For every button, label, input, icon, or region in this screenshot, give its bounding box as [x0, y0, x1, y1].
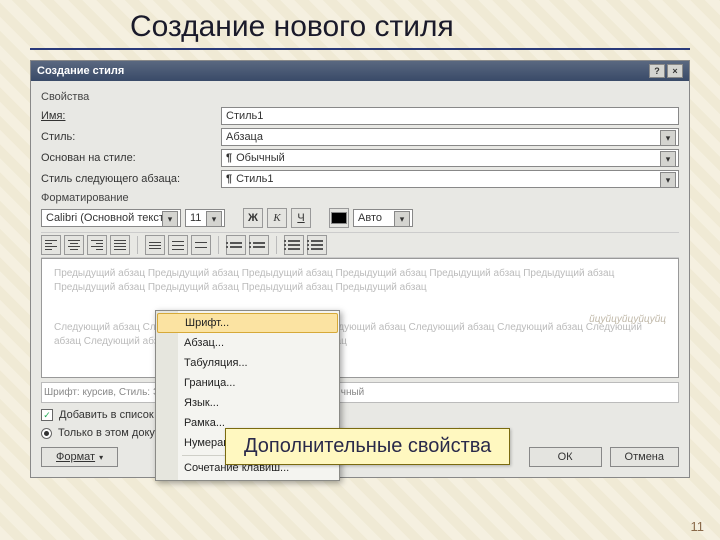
- font-color-combo[interactable]: Авто: [353, 209, 413, 227]
- align-right-button[interactable]: [87, 235, 107, 255]
- dialog-title-text: Создание стиля: [37, 65, 124, 77]
- pilcrow-icon: ¶: [226, 152, 232, 164]
- menu-item-tabs[interactable]: Табуляция...: [156, 353, 339, 373]
- line-spacing-1-button[interactable]: [145, 235, 165, 255]
- ok-button[interactable]: ОК: [529, 447, 602, 467]
- style-preview: Предыдущий абзац Предыдущий абзац Предыд…: [41, 258, 679, 378]
- slide-title: Создание нового стиля: [30, 0, 690, 50]
- name-input[interactable]: Стиль1: [221, 107, 679, 125]
- align-justify-button[interactable]: [110, 235, 130, 255]
- format-button[interactable]: Формат▾: [41, 447, 118, 467]
- decrease-indent-button[interactable]: [284, 235, 304, 255]
- increase-indent-button[interactable]: [307, 235, 327, 255]
- underline-button[interactable]: Ч: [291, 208, 311, 228]
- pilcrow-icon: ¶: [226, 173, 232, 185]
- cancel-button[interactable]: Отмена: [610, 447, 679, 467]
- line-spacing-15-button[interactable]: [168, 235, 188, 255]
- dialog-titlebar: Создание стиля ? ×: [31, 61, 689, 81]
- name-label: Имя:: [41, 110, 221, 122]
- create-style-dialog: Создание стиля ? × Свойства Имя: Стиль1 …: [30, 60, 690, 478]
- close-button[interactable]: ×: [667, 64, 683, 78]
- properties-section-label: Свойства: [41, 91, 679, 103]
- decrease-space-before-button[interactable]: [249, 235, 269, 255]
- add-quickstyle-checkbox[interactable]: ✓: [41, 409, 53, 421]
- menu-item-font[interactable]: Шрифт...: [157, 313, 338, 333]
- bold-button[interactable]: Ж: [243, 208, 263, 228]
- font-size-combo[interactable]: 11: [185, 209, 225, 227]
- italic-button[interactable]: К: [267, 208, 287, 228]
- formatting-section-label: Форматирование: [41, 192, 679, 204]
- style-summary: Шрифт: курсив, Стиль: Экспресс-стиль, Ос…: [41, 382, 679, 403]
- font-color-swatch[interactable]: [329, 208, 349, 228]
- align-center-button[interactable]: [64, 235, 84, 255]
- style-type-combo[interactable]: Абзаца: [221, 128, 679, 146]
- only-this-doc-radio[interactable]: [41, 428, 52, 439]
- paragraph-toolbar: [41, 232, 679, 258]
- page-number: 11: [691, 519, 705, 534]
- based-on-combo[interactable]: ¶Обычный: [221, 149, 679, 167]
- increase-space-before-button[interactable]: [226, 235, 246, 255]
- preview-prev-text: Предыдущий абзац Предыдущий абзац Предыд…: [54, 267, 666, 295]
- menu-item-border[interactable]: Граница...: [156, 373, 339, 393]
- preview-next-text: Следующий абзац Следующий абзац Следующи…: [54, 321, 666, 349]
- preview-sample-text: йцуйцуйцуйцуйц: [589, 313, 666, 327]
- help-button[interactable]: ?: [649, 64, 665, 78]
- menu-item-language[interactable]: Язык...: [156, 393, 339, 413]
- style-type-label: Стиль:: [41, 131, 221, 143]
- font-name-combo[interactable]: Calibri (Основной текст): [41, 209, 181, 227]
- menu-item-paragraph[interactable]: Абзац...: [156, 333, 339, 353]
- next-style-combo[interactable]: ¶Стиль1: [221, 170, 679, 188]
- callout-additional-properties: Дополнительные свойства: [225, 428, 510, 465]
- chevron-down-icon: ▾: [99, 453, 103, 462]
- align-left-button[interactable]: [41, 235, 61, 255]
- next-style-label: Стиль следующего абзаца:: [41, 173, 221, 185]
- based-on-label: Основан на стиле:: [41, 152, 221, 164]
- line-spacing-2-button[interactable]: [191, 235, 211, 255]
